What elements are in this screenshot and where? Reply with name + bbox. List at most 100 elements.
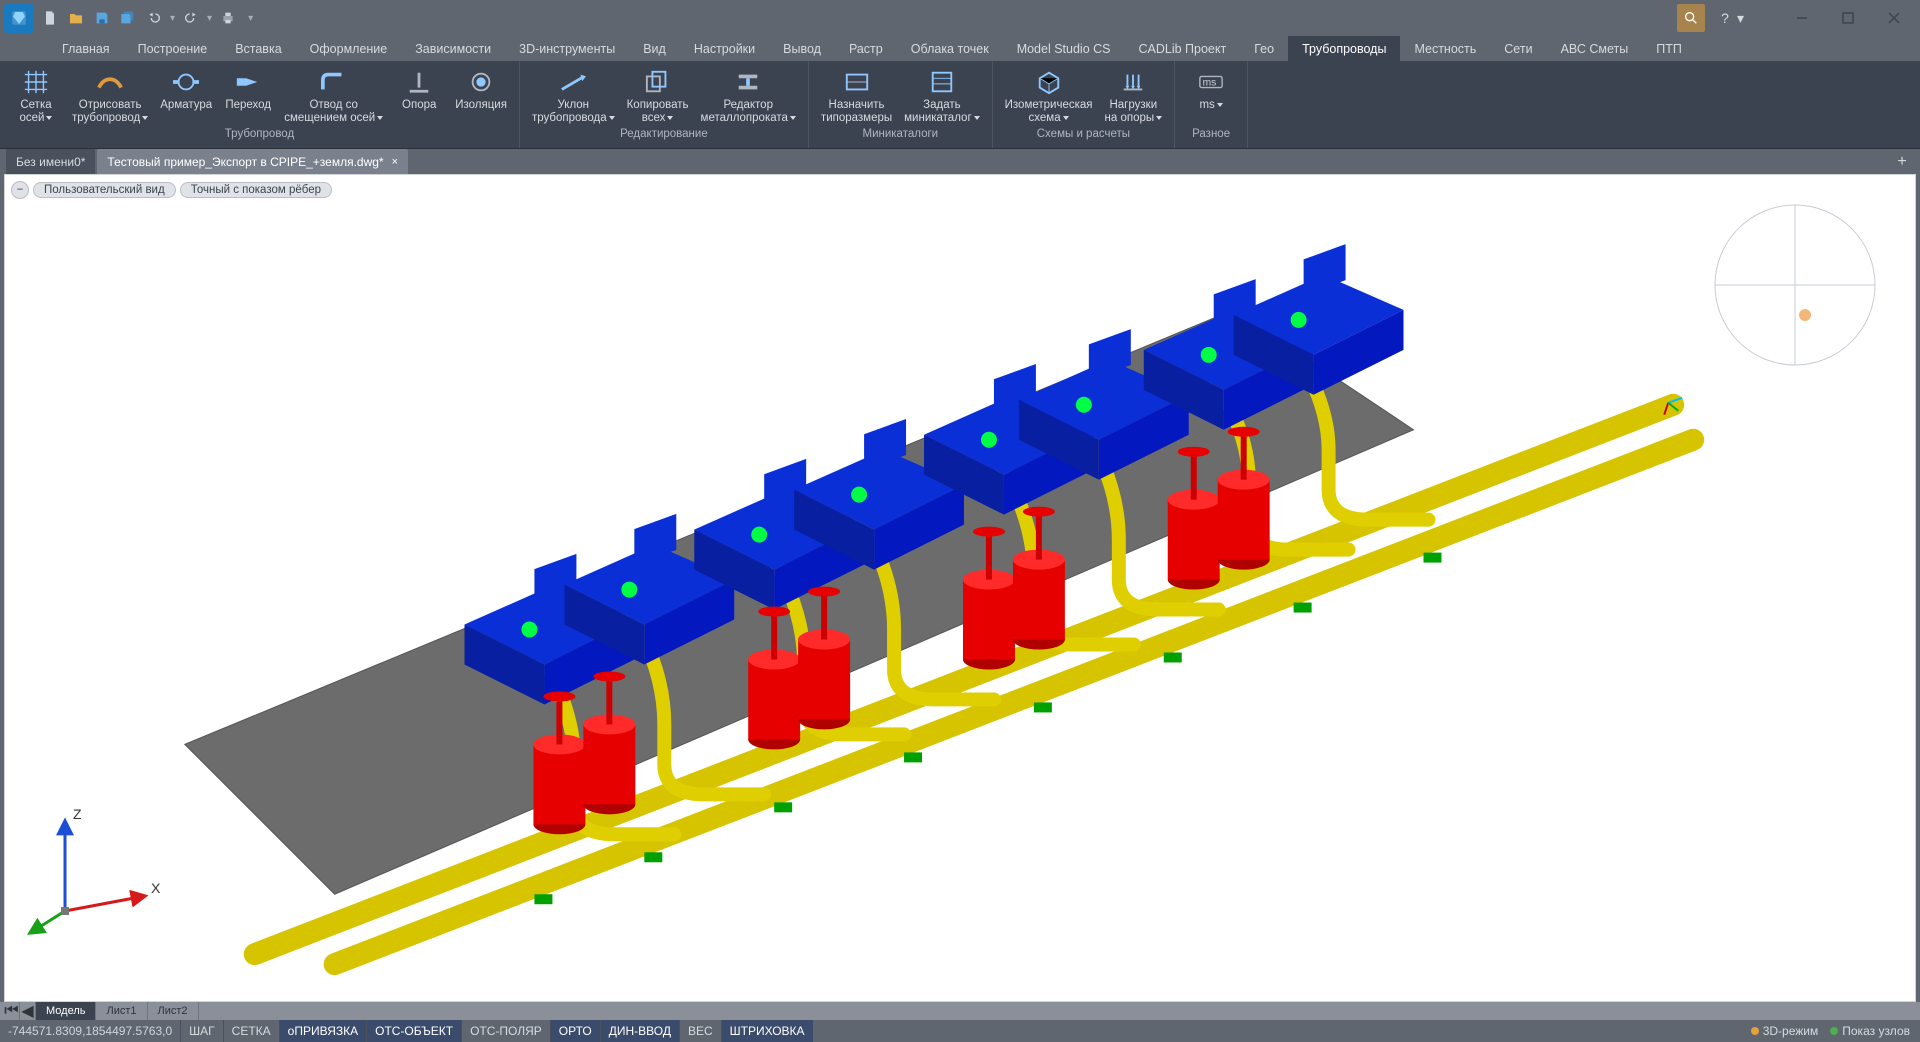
status-toggle-ОРТО[interactable]: ОРТО: [550, 1020, 600, 1042]
save-icon[interactable]: [92, 8, 112, 28]
iso-scheme-label: Изометрическая схема: [1005, 99, 1093, 124]
coords-readout: -744571.8309,1854497.5763,0: [0, 1024, 180, 1038]
axis-gizmo[interactable]: Z X: [25, 801, 165, 941]
status-indicator: 3D-режим: [1751, 1024, 1819, 1038]
assign-sizes-button[interactable]: Назначить типоразмеры: [815, 65, 898, 128]
iso-scheme-button[interactable]: Изометрическая схема: [999, 65, 1099, 128]
set-minicatalog-button[interactable]: Задать миникаталог: [898, 65, 986, 128]
menu-tab-4[interactable]: Зависимости: [401, 36, 505, 61]
menu-tab-7[interactable]: Настройки: [680, 36, 769, 61]
menu-tab-16[interactable]: Сети: [1490, 36, 1546, 61]
transition-button[interactable]: Переход: [218, 65, 278, 128]
menu-tab-13[interactable]: Гео: [1240, 36, 1288, 61]
app-menu-icon[interactable]: [4, 3, 34, 33]
menu-tab-0[interactable]: Главная: [48, 36, 124, 61]
menu-tab-18[interactable]: ПТП: [1642, 36, 1696, 61]
transition-icon: [231, 67, 265, 97]
status-toggle-ШТРИХОВКА[interactable]: ШТРИХОВКА: [721, 1020, 813, 1042]
menu-tabs: ГлавнаяПостроениеВставкаОформлениеЗависи…: [0, 36, 1920, 61]
set-minicatalog-icon: [925, 67, 959, 97]
new-doc-tab[interactable]: +: [1890, 149, 1914, 174]
draw-pipeline-button[interactable]: Отрисовать трубопровод: [66, 65, 154, 128]
menu-tab-2[interactable]: Вставка: [221, 36, 295, 61]
viewcube[interactable]: [1705, 195, 1885, 375]
menu-tab-10[interactable]: Облака точек: [897, 36, 1003, 61]
status-toggle-ОТС-ОБЪЕКТ[interactable]: ОТС-ОБЪЕКТ: [366, 1020, 461, 1042]
panel-title: Миникаталоги: [809, 128, 992, 148]
menu-tab-11[interactable]: Model Studio CS: [1003, 36, 1125, 61]
bend-offset-icon: [317, 67, 351, 97]
print-icon[interactable]: [218, 8, 238, 28]
support-button[interactable]: Опора: [389, 65, 449, 128]
fittings-button[interactable]: Арматура: [154, 65, 218, 128]
fittings-label: Арматура: [160, 99, 212, 112]
support-loads-button[interactable]: Нагрузки на опоры: [1099, 65, 1169, 128]
metal-editor-button[interactable]: Редактор металлопроката: [695, 65, 802, 128]
axis-x-label: X: [151, 880, 161, 896]
layout-first-icon[interactable]: ⏮: [4, 1002, 20, 1020]
insulation-button[interactable]: Изоляция: [449, 65, 513, 128]
minimize-button[interactable]: [1788, 4, 1816, 32]
metal-editor-label: Редактор металлопроката: [701, 99, 796, 124]
status-toggle-ОТС-ПОЛЯР[interactable]: ОТС-ПОЛЯР: [461, 1020, 550, 1042]
doc-tab-0[interactable]: Без имени0*: [6, 149, 95, 174]
menu-tab-5[interactable]: 3D-инструменты: [505, 36, 629, 61]
open-file-icon[interactable]: [66, 8, 86, 28]
layout-tab-0[interactable]: Модель: [36, 1002, 96, 1020]
ribbon: Сетка осейОтрисовать трубопровод Арматура…: [0, 61, 1920, 149]
search-icon[interactable]: [1677, 4, 1705, 32]
menu-tab-1[interactable]: Построение: [124, 36, 222, 61]
layout-tab-2[interactable]: Лист2: [148, 1002, 199, 1020]
status-toggle-ВЕС[interactable]: ВЕС: [679, 1020, 721, 1042]
save-all-icon[interactable]: [118, 8, 138, 28]
layout-tab-1[interactable]: Лист1: [96, 1002, 147, 1020]
axis-z-label: Z: [73, 806, 82, 822]
menu-tab-15[interactable]: Местность: [1400, 36, 1490, 61]
menu-tab-14[interactable]: Трубопроводы: [1288, 36, 1400, 61]
layout-prev-icon[interactable]: ◀: [20, 1002, 36, 1020]
help-dropdown[interactable]: ▾: [1737, 10, 1744, 27]
fittings-icon: [169, 67, 203, 97]
menu-tab-9[interactable]: Растр: [835, 36, 897, 61]
insulation-label: Изоляция: [455, 99, 507, 112]
panel-title: Разное: [1175, 128, 1247, 148]
assign-sizes-label: Назначить типоразмеры: [821, 99, 892, 124]
draw-pipeline-label: Отрисовать трубопровод: [72, 99, 148, 124]
layout-tabs: ⏮ ◀ МодельЛист1Лист2: [0, 1002, 1920, 1020]
status-toggle-оПРИВЯЗКА[interactable]: оПРИВЯЗКА: [279, 1020, 366, 1042]
metal-editor-icon: [731, 67, 765, 97]
quick-access-toolbar: ▾ ▾ ▾: [40, 8, 253, 28]
ms-misc-button[interactable]: msms: [1181, 65, 1241, 128]
support-icon: [402, 67, 436, 97]
close-icon[interactable]: ×: [392, 156, 398, 168]
bend-offset-label: Отвод со смещением осей: [284, 99, 383, 124]
help-icon[interactable]: ?: [1721, 10, 1729, 26]
copy-all-icon: [641, 67, 675, 97]
menu-tab-12[interactable]: CADLib Проект: [1125, 36, 1241, 61]
menu-tab-3[interactable]: Оформление: [296, 36, 402, 61]
doc-tab-1[interactable]: Тестовый пример_Экспорт в CPIPE_+земля.d…: [97, 149, 408, 174]
support-loads-icon: [1116, 67, 1150, 97]
viewport-3d[interactable]: − Пользовательский вид Точный с показом …: [4, 174, 1916, 1002]
copy-all-button[interactable]: Копировать всех: [621, 65, 695, 128]
maximize-button[interactable]: [1834, 4, 1862, 32]
redo-icon[interactable]: [181, 8, 201, 28]
menu-tab-6[interactable]: Вид: [629, 36, 680, 61]
ms-misc-icon: ms: [1194, 67, 1228, 97]
insulation-icon: [464, 67, 498, 97]
status-toggle-СЕТКА[interactable]: СЕТКА: [223, 1020, 279, 1042]
menu-tab-17[interactable]: АВС Сметы: [1547, 36, 1643, 61]
title-bar: ▾ ▾ ▾ ? ▾: [0, 0, 1920, 36]
pipe-slope-button[interactable]: Уклон трубопровода: [526, 65, 621, 128]
transition-label: Переход: [225, 99, 271, 112]
assign-sizes-icon: [840, 67, 874, 97]
status-indicator: Показ узлов: [1830, 1024, 1910, 1038]
menu-tab-8[interactable]: Вывод: [769, 36, 835, 61]
undo-icon[interactable]: [144, 8, 164, 28]
new-file-icon[interactable]: [40, 8, 60, 28]
bend-offset-button[interactable]: Отвод со смещением осей: [278, 65, 389, 128]
status-toggle-ШАГ[interactable]: ШАГ: [180, 1020, 223, 1042]
status-toggle-ДИН-ВВОД[interactable]: ДИН-ВВОД: [600, 1020, 679, 1042]
grid-axis-button[interactable]: Сетка осей: [6, 65, 66, 128]
close-button[interactable]: [1880, 4, 1908, 32]
